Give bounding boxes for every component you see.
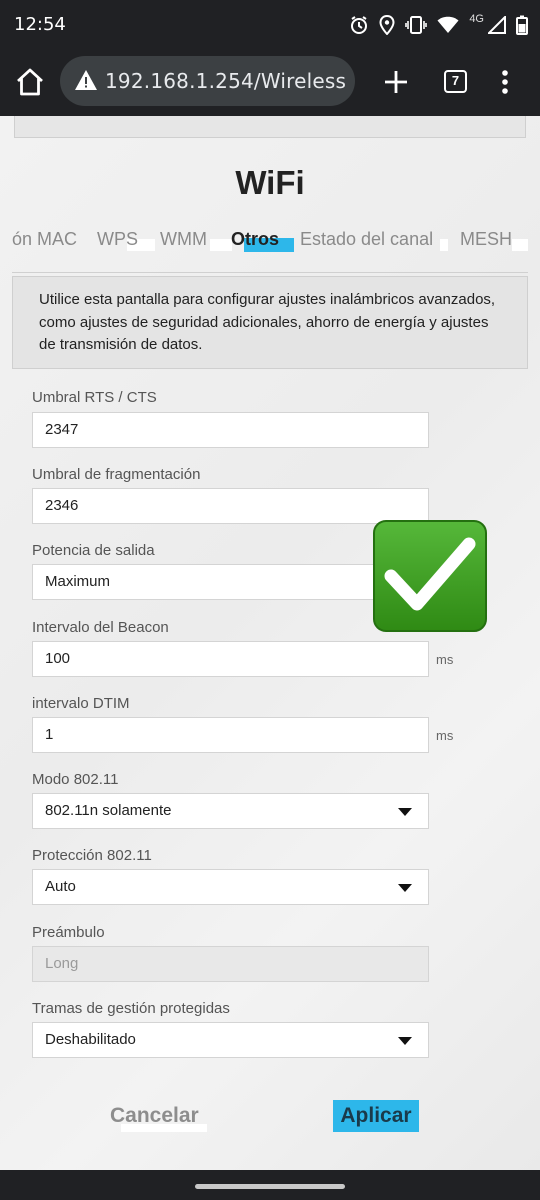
info-text: Utilice esta pantalla para configurar aj… [39, 291, 496, 353]
status-bar: 12:54 4G [0, 0, 540, 50]
alarm-icon [351, 16, 368, 34]
network-type-label: 4G [469, 13, 484, 25]
status-time: 12:54 [14, 14, 66, 35]
tab-divider [12, 272, 528, 273]
power-value: Maximum [45, 573, 111, 590]
rts-label: Umbral RTS / CTS [32, 389, 157, 406]
location-icon [379, 15, 395, 35]
preamble-input: Long [32, 946, 429, 982]
battery-icon [516, 15, 528, 35]
warning-icon[interactable] [74, 69, 98, 91]
vibrate-icon [405, 16, 428, 34]
home-gesture-handle[interactable] [195, 1184, 345, 1189]
tab-bar: ón MAC WPS WMM Otros Estado del canal ME… [0, 229, 540, 259]
navigation-bar [0, 1170, 540, 1200]
status-icons: 4G [349, 12, 528, 38]
beacon-unit: ms [436, 652, 454, 667]
url-text[interactable]: 192.168.1.254/Wireless [105, 69, 346, 93]
tab-estado-canal[interactable]: Estado del canal [300, 229, 433, 250]
tab-wmm[interactable]: WMM [160, 229, 207, 250]
tab-count: 7 [451, 73, 460, 88]
mode-select[interactable]: 802.11n solamente [32, 793, 429, 829]
tab-mac[interactable]: ón MAC [12, 229, 77, 250]
tab-mesh[interactable]: MESH [460, 229, 512, 250]
rts-input[interactable]: 2347 [32, 412, 429, 448]
dtim-input[interactable]: 1 [32, 717, 429, 753]
dtim-unit: ms [436, 728, 454, 743]
info-box: Utilice esta pantalla para configurar aj… [12, 276, 528, 369]
beacon-input[interactable]: 100 [32, 641, 429, 677]
chevron-down-icon [398, 808, 412, 816]
protection-label: Protección 802.11 [32, 847, 152, 864]
wifi-icon [437, 16, 459, 33]
plus-icon[interactable] [380, 66, 412, 98]
page-title: WiFi [235, 164, 305, 201]
apply-button[interactable]: Aplicar [333, 1100, 419, 1132]
cancel-highlight-patch [121, 1124, 207, 1132]
tabs-icon[interactable]: 7 [444, 70, 467, 93]
home-icon[interactable] [14, 66, 46, 98]
web-page: WiFi ón MAC WPS WMM Otros Estado del can… [0, 116, 540, 1170]
top-header-strip [14, 116, 526, 138]
chevron-down-icon [398, 884, 412, 892]
protection-select[interactable]: Auto [32, 869, 429, 905]
dtim-label: intervalo DTIM [32, 695, 130, 712]
beacon-value: 100 [45, 650, 71, 667]
frag-label: Umbral de fragmentación [32, 466, 201, 483]
power-select[interactable]: Maximum [32, 564, 429, 600]
protection-value: Auto [45, 878, 76, 895]
mode-value: 802.11n solamente [45, 802, 172, 819]
tab-otros[interactable]: Otros [231, 229, 279, 250]
tab-wps[interactable]: WPS [97, 229, 138, 250]
signal-icon [488, 16, 506, 34]
frag-input[interactable]: 2346 [32, 488, 429, 524]
frag-value: 2346 [45, 497, 79, 514]
mode-label: Modo 802.11 [32, 771, 119, 788]
beacon-label: Intervalo del Beacon [32, 619, 169, 636]
dtim-value: 1 [45, 726, 54, 743]
address-bar[interactable]: 192.168.1.254/Wireless [60, 56, 355, 106]
browser-toolbar: 192.168.1.254/Wireless 7 [0, 50, 540, 116]
power-label: Potencia de salida [32, 542, 155, 559]
preamble-label: Preámbulo [32, 924, 105, 941]
more-vert-icon[interactable] [494, 66, 516, 98]
chevron-down-icon [398, 1037, 412, 1045]
preamble-value: Long [45, 955, 79, 972]
pmf-value: Deshabilitado [45, 1031, 136, 1048]
rts-value: 2347 [45, 421, 79, 438]
pmf-select[interactable]: Deshabilitado [32, 1022, 429, 1058]
checkmark-icon [373, 520, 487, 632]
pmf-label: Tramas de gestión protegidas [32, 1000, 230, 1017]
